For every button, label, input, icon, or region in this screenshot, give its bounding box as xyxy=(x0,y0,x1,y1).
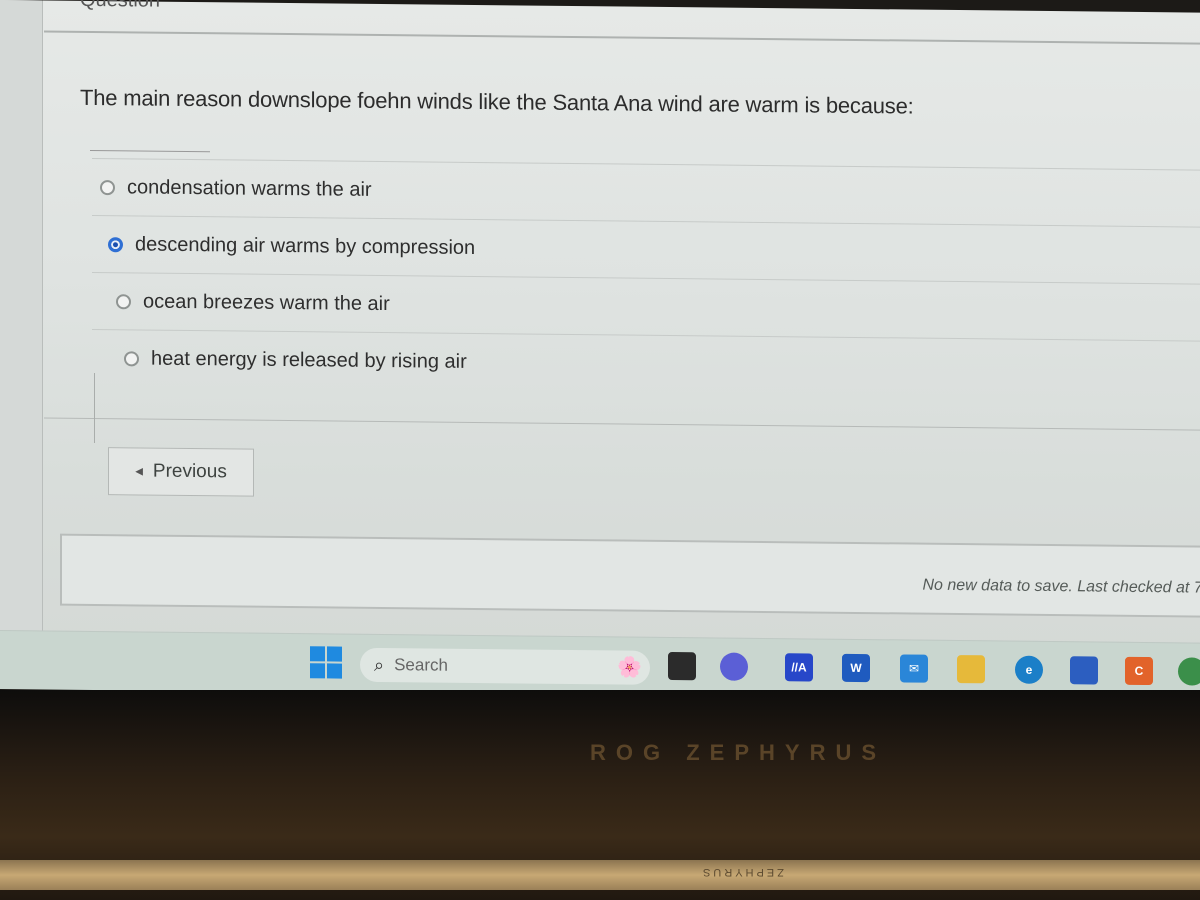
task-view-icon[interactable] xyxy=(668,651,696,681)
sidebar-edge xyxy=(0,0,43,631)
save-status-bar: No new data to save. Last checked at 7:3 xyxy=(60,533,1200,618)
bezel-label: ZEPHYRUS xyxy=(700,866,784,878)
app-icon[interactable]: //A xyxy=(785,653,813,682)
question-text: The main reason downslope foehn winds li… xyxy=(80,84,914,119)
radio-button-selected[interactable] xyxy=(108,236,123,252)
chrome-icon[interactable] xyxy=(1178,657,1200,686)
answer-label[interactable]: condensation warms the air xyxy=(127,176,372,202)
answer-options: condensation warms the air descending ai… xyxy=(92,157,1200,398)
radio-button[interactable] xyxy=(124,350,139,366)
question-header: Question xyxy=(80,0,161,12)
laptop-bezel: ROG ZEPHYRUS ZEPHYRUS xyxy=(0,690,1200,900)
brand-logo: ROG ZEPHYRUS xyxy=(590,740,887,765)
divider xyxy=(94,372,95,443)
question-panel: The main reason downslope foehn winds li… xyxy=(44,30,1200,443)
search-icon: ⌕ xyxy=(374,654,385,675)
file-explorer-icon[interactable] xyxy=(957,655,985,684)
radio-button[interactable] xyxy=(116,293,131,309)
previous-button[interactable]: ◀ Previous xyxy=(108,447,254,497)
search-placeholder: Search xyxy=(394,655,448,675)
widget-icon[interactable]: 🌸 xyxy=(617,654,642,679)
save-status-text: No new data to save. Last checked at 7:3 xyxy=(922,576,1200,597)
triangle-left-icon: ◀ xyxy=(135,465,143,477)
meet-icon[interactable] xyxy=(720,652,748,681)
previous-label: Previous xyxy=(152,460,227,483)
answer-option[interactable]: heat energy is released by rising air xyxy=(92,328,1200,398)
edge-icon[interactable]: e xyxy=(1015,655,1043,684)
answer-label[interactable]: heat energy is released by rising air xyxy=(151,347,467,373)
store-icon[interactable] xyxy=(1070,656,1098,685)
word-icon[interactable]: W xyxy=(842,653,870,683)
mail-icon[interactable]: ✉ xyxy=(900,654,928,683)
screen: Question The main reason downslope foehn… xyxy=(0,0,1200,702)
radio-button[interactable] xyxy=(100,179,115,195)
hinge: ZEPHYRUS xyxy=(0,860,1200,890)
app-orange-icon[interactable]: C xyxy=(1125,656,1153,686)
divider xyxy=(90,149,210,153)
answer-label[interactable]: ocean breezes warm the air xyxy=(143,290,390,316)
windows-start-icon[interactable] xyxy=(310,646,342,679)
taskbar-search[interactable]: ⌕ Search 🌸 xyxy=(360,647,650,685)
answer-label[interactable]: descending air warms by compression xyxy=(135,233,475,260)
